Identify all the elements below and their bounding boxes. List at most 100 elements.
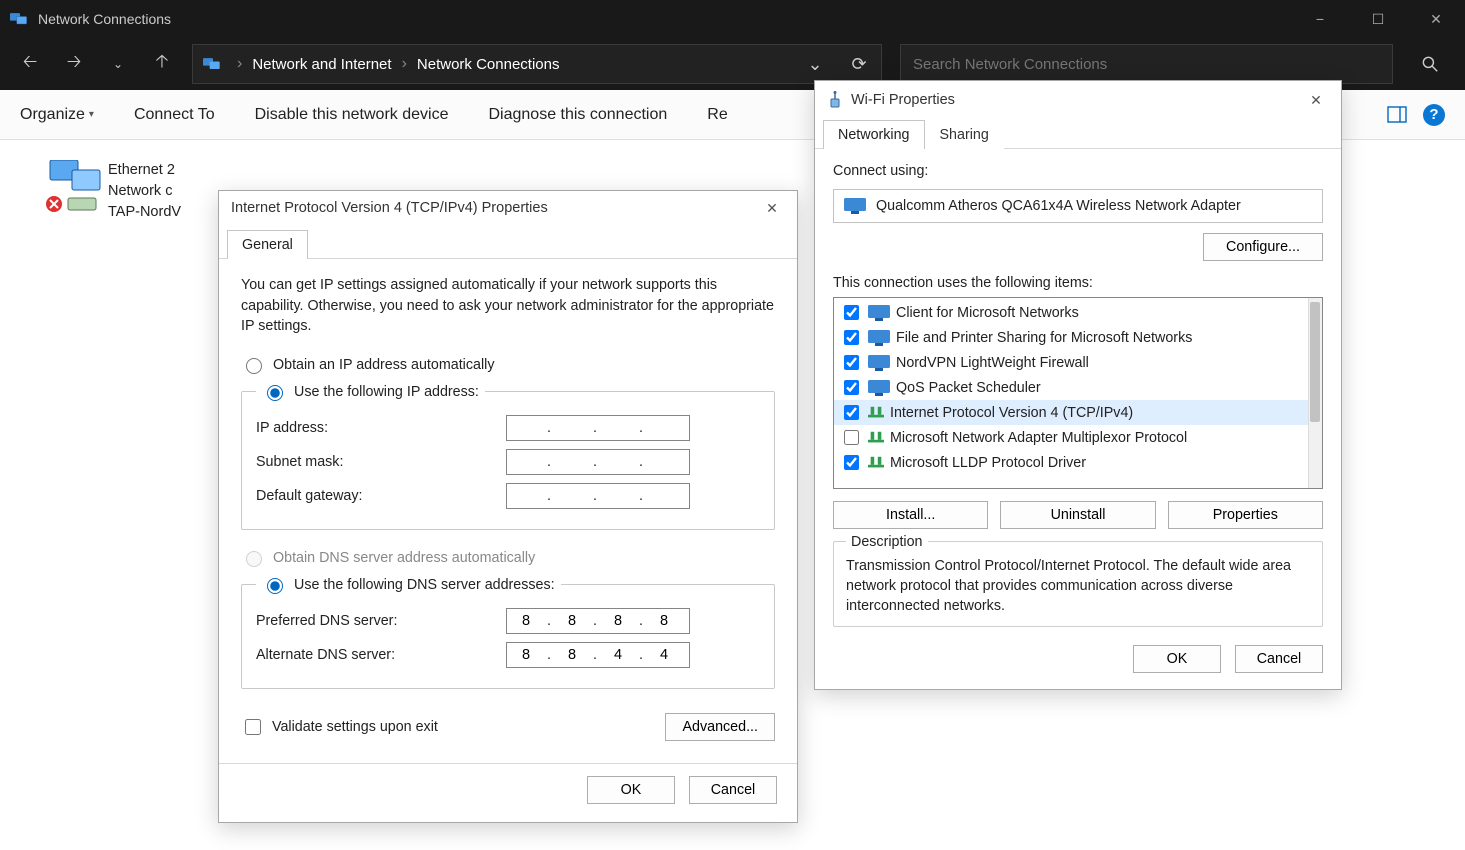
adapter-name-box[interactable]: Qualcomm Atheros QCA61x4A Wireless Netwo… (833, 189, 1323, 223)
connection-item[interactable]: Microsoft Network Adapter Multiplexor Pr… (834, 425, 1308, 450)
wifi-cancel-button[interactable]: Cancel (1235, 645, 1323, 673)
connection-item[interactable]: NordVPN LightWeight Firewall (834, 350, 1308, 375)
connection-item[interactable]: Client for Microsoft Networks (834, 300, 1308, 325)
connection-item[interactable]: Internet Protocol Version 4 (TCP/IPv4) (834, 400, 1308, 425)
radio-use-dns-input[interactable] (267, 578, 283, 594)
default-gateway-field[interactable]: ... (506, 483, 690, 509)
radio-use-ip-label: Use the following IP address: (294, 384, 479, 400)
help-icon[interactable]: ? (1423, 104, 1445, 126)
radio-use-dns[interactable]: Use the following DNS server addresses: (262, 575, 555, 594)
window-title: Network Connections (38, 11, 1291, 27)
label-alternate-dns: Alternate DNS server: (256, 647, 506, 663)
validate-checkbox[interactable] (245, 719, 261, 735)
validate-checkbox-row[interactable]: Validate settings upon exit (241, 716, 438, 738)
nav-forward-button[interactable]: 🡢 (54, 44, 94, 84)
adapter-name-text: Qualcomm Atheros QCA61x4A Wireless Netwo… (876, 198, 1241, 214)
nic-icon (844, 198, 866, 214)
item-checkbox[interactable] (844, 430, 859, 445)
items-label: This connection uses the following items… (833, 275, 1323, 291)
nav-up-button[interactable]: 🡡 (142, 44, 182, 84)
radio-obtain-ip-input[interactable] (246, 358, 262, 374)
breadcrumb-segment[interactable]: Network and Internet (246, 56, 397, 73)
radio-use-ip-input[interactable] (267, 385, 283, 401)
wifi-ok-button[interactable]: OK (1133, 645, 1221, 673)
ipv4-cancel-button[interactable]: Cancel (689, 776, 777, 804)
item-checkbox[interactable] (844, 380, 859, 395)
dialog-titlebar[interactable]: Wi-Fi Properties ✕ (815, 81, 1341, 115)
diagnose-connection-button[interactable]: Diagnose this connection (488, 106, 667, 124)
radio-obtain-dns: Obtain DNS server address automatically (241, 548, 775, 567)
search-input[interactable] (901, 56, 1392, 73)
window-close-button[interactable]: ✕ (1407, 0, 1465, 38)
disable-device-button[interactable]: Disable this network device (255, 106, 449, 124)
search-icon[interactable] (1405, 44, 1455, 84)
item-label: Internet Protocol Version 4 (TCP/IPv4) (890, 405, 1133, 421)
item-checkbox[interactable] (844, 405, 859, 420)
ipv4-properties-dialog: Internet Protocol Version 4 (TCP/IPv4) P… (218, 190, 798, 823)
service-icon (868, 330, 890, 346)
radio-obtain-ip[interactable]: Obtain an IP address automatically (241, 355, 775, 374)
service-icon (868, 305, 890, 321)
chevron-right-icon[interactable]: › (398, 55, 411, 73)
label-default-gateway: Default gateway: (256, 488, 506, 504)
window-titlebar: Network Connections − ☐ ✕ (0, 0, 1465, 38)
refresh-button[interactable]: ⟳ (837, 44, 881, 84)
nav-history-button[interactable]: ⌄ (98, 44, 138, 84)
wifi-icon (827, 91, 843, 109)
label-ip-address: IP address: (256, 420, 506, 436)
item-label: NordVPN LightWeight Firewall (896, 355, 1089, 371)
tab-networking[interactable]: Networking (823, 120, 925, 149)
breadcrumb-dropdown-button[interactable]: ⌄ (793, 44, 837, 84)
ipv4-description: You can get IP settings assigned automat… (241, 275, 775, 337)
properties-button[interactable]: Properties (1168, 501, 1323, 529)
subnet-mask-field[interactable]: ... (506, 449, 690, 475)
protocol-icon (868, 431, 884, 445)
preferred-dns-field[interactable]: . . . (506, 608, 690, 634)
uninstall-button[interactable]: Uninstall (1000, 501, 1155, 529)
connection-item[interactable]: File and Printer Sharing for Microsoft N… (834, 325, 1308, 350)
chevron-down-icon: ▾ (89, 109, 94, 120)
breadcrumb-bar[interactable]: › Network and Internet › Network Connect… (192, 44, 882, 84)
item-checkbox[interactable] (844, 455, 859, 470)
search-field[interactable] (900, 44, 1393, 84)
radio-obtain-dns-label: Obtain DNS server address automatically (273, 550, 535, 566)
view-layout-icon[interactable] (1387, 106, 1407, 124)
tab-sharing[interactable]: Sharing (925, 120, 1004, 149)
breadcrumb-segment[interactable]: Network Connections (411, 56, 566, 73)
organize-menu[interactable]: Organize▾ (20, 106, 94, 124)
radio-obtain-ip-label: Obtain an IP address automatically (273, 357, 494, 373)
item-label: QoS Packet Scheduler (896, 380, 1041, 396)
item-checkbox[interactable] (844, 330, 859, 345)
scrollbar[interactable] (1308, 298, 1322, 488)
ipv4-ok-button[interactable]: OK (587, 776, 675, 804)
install-button[interactable]: Install... (833, 501, 988, 529)
dialog-title: Internet Protocol Version 4 (TCP/IPv4) P… (231, 200, 548, 216)
connect-to-button[interactable]: Connect To (134, 106, 215, 124)
alternate-dns-field[interactable]: . . . (506, 642, 690, 668)
item-checkbox[interactable] (844, 355, 859, 370)
item-checkbox[interactable] (844, 305, 859, 320)
connection-items-list[interactable]: Client for Microsoft Networks File and Pr… (833, 297, 1323, 489)
connection-item[interactable]: QoS Packet Scheduler (834, 375, 1308, 400)
ip-address-field[interactable]: ... (506, 415, 690, 441)
item-label: Client for Microsoft Networks (896, 305, 1079, 321)
close-icon[interactable]: ✕ (759, 195, 785, 221)
tab-general[interactable]: General (227, 230, 308, 259)
window-maximize-button[interactable]: ☐ (1349, 0, 1407, 38)
radio-obtain-dns-input (246, 551, 262, 567)
chevron-right-icon[interactable]: › (233, 55, 246, 73)
service-icon (868, 355, 890, 371)
configure-button[interactable]: Configure... (1203, 233, 1323, 261)
nav-back-button[interactable]: 🡠 (10, 44, 50, 84)
advanced-button[interactable]: Advanced... (665, 713, 775, 741)
service-icon (868, 380, 890, 396)
rename-button-partial[interactable]: Re (707, 106, 727, 124)
connection-item[interactable]: Microsoft LLDP Protocol Driver (834, 450, 1308, 475)
window-minimize-button[interactable]: − (1291, 0, 1349, 38)
adapter-item[interactable]: Ethernet 2 Network c TAP-NordV (44, 160, 181, 223)
item-label: Microsoft Network Adapter Multiplexor Pr… (890, 430, 1187, 446)
app-icon (10, 11, 30, 27)
close-icon[interactable]: ✕ (1303, 87, 1329, 113)
radio-use-ip[interactable]: Use the following IP address: (262, 382, 479, 401)
dialog-titlebar[interactable]: Internet Protocol Version 4 (TCP/IPv4) P… (219, 191, 797, 225)
